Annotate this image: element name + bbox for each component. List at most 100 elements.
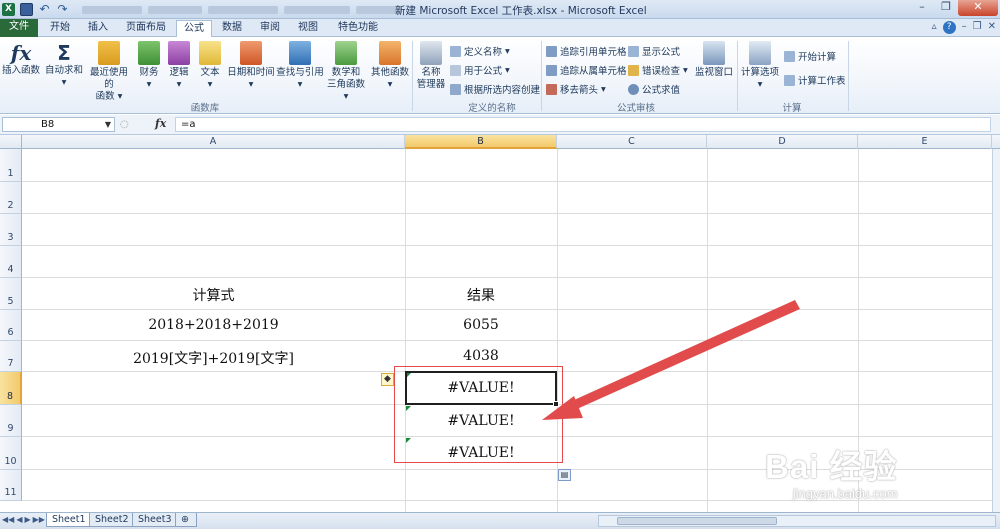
tab-view[interactable]: 视图 bbox=[292, 20, 324, 37]
doc-restore-icon[interactable]: ❐ bbox=[973, 21, 982, 34]
calculate-sheet-button[interactable]: 计算工作表 bbox=[784, 73, 846, 87]
minimize-button[interactable]: – bbox=[910, 0, 934, 16]
logical-book-icon bbox=[168, 41, 190, 65]
column-header-a[interactable]: A bbox=[22, 135, 405, 149]
horizontal-scroll-thumb[interactable] bbox=[617, 517, 777, 525]
auto-fill-options-icon[interactable]: ▤ bbox=[558, 469, 571, 481]
cell-b7[interactable]: 4038 bbox=[405, 348, 557, 364]
close-button[interactable]: ✕ bbox=[958, 0, 998, 16]
horizontal-scrollbar[interactable] bbox=[598, 515, 996, 527]
define-name-button[interactable]: 定义名称 ▾ bbox=[450, 44, 510, 58]
sheet-tab-bar: ◀◀ ◀ ▶ ▶▶ Sheet1 Sheet2 Sheet3 ⊕ bbox=[0, 512, 1000, 529]
calculate-now-button[interactable]: 开始计算 bbox=[784, 49, 836, 63]
first-sheet-icon[interactable]: ◀◀ bbox=[2, 515, 14, 524]
doc-minimize-icon[interactable]: – bbox=[962, 21, 967, 34]
dropdown-arrow-icon: ▾ bbox=[146, 79, 152, 90]
tab-review[interactable]: 审阅 bbox=[254, 20, 286, 37]
logical-button[interactable]: 逻辑 ▾ bbox=[166, 41, 192, 91]
row-header-6[interactable]: 6 bbox=[0, 310, 22, 341]
grid-line bbox=[22, 469, 1000, 470]
tab-home[interactable]: 开始 bbox=[44, 20, 76, 37]
undo-icon[interactable]: ↶ bbox=[38, 3, 51, 16]
blurred-window-tabs bbox=[82, 5, 402, 14]
cell-a5[interactable]: 计算式 bbox=[22, 285, 405, 305]
baidu-watermark: Bai 经验 jingyan.baidu.com bbox=[765, 448, 898, 501]
select-all-corner[interactable] bbox=[0, 135, 22, 149]
name-box[interactable]: B8 ▼ bbox=[2, 117, 115, 132]
doc-close-icon[interactable]: ✕ bbox=[988, 21, 996, 34]
last-sheet-icon[interactable]: ▶▶ bbox=[33, 515, 45, 524]
name-manager-button[interactable]: 名称 管理器 bbox=[416, 41, 446, 91]
row-header-10[interactable]: 10 bbox=[0, 437, 22, 470]
sheet-tab-3[interactable]: Sheet3 bbox=[132, 513, 178, 527]
insert-function-fx-icon[interactable]: fx bbox=[155, 117, 166, 130]
redo-icon[interactable]: ↷ bbox=[56, 3, 69, 16]
column-header-d[interactable]: D bbox=[707, 135, 858, 149]
calculation-options-button[interactable]: 计算选项 ▾ bbox=[740, 41, 780, 91]
show-formulas-button[interactable]: 显示公式 bbox=[628, 44, 680, 58]
tab-insert[interactable]: 插入 bbox=[82, 20, 114, 37]
cell-b6[interactable]: 6055 bbox=[405, 317, 557, 333]
watch-window-button[interactable]: 监视窗口 bbox=[694, 41, 734, 79]
group-label-calculation: 计算 bbox=[782, 103, 802, 114]
cell-a6[interactable]: 2018+2018+2019 bbox=[22, 317, 405, 333]
use-in-formula-button[interactable]: 用于公式 ▾ bbox=[450, 63, 510, 77]
remove-arrows-button[interactable]: 移去箭头 ▾ bbox=[546, 82, 606, 96]
column-header-e[interactable]: E bbox=[858, 135, 992, 149]
grid-line bbox=[22, 277, 1000, 278]
column-header-b[interactable]: B bbox=[405, 135, 557, 149]
vertical-scrollbar[interactable] bbox=[992, 149, 1000, 512]
restore-button[interactable]: ❐ bbox=[934, 0, 958, 16]
row-header-4[interactable]: 4 bbox=[0, 246, 22, 278]
row-header-8[interactable]: 8 bbox=[0, 372, 22, 405]
sheet-tab-1[interactable]: Sheet1 bbox=[46, 513, 92, 527]
insert-function-button[interactable]: fx 插入函数 bbox=[2, 41, 40, 77]
text-functions-button[interactable]: 文本 ▾ bbox=[196, 41, 224, 91]
row-header-9[interactable]: 9 bbox=[0, 405, 22, 437]
excel-app-icon[interactable]: X bbox=[2, 3, 15, 16]
datetime-button[interactable]: 日期和时间 ▾ bbox=[226, 41, 276, 91]
trace-dependents-button[interactable]: 追踪从属单元格 bbox=[546, 63, 627, 77]
error-checking-button[interactable]: 错误检查 ▾ bbox=[628, 63, 688, 77]
next-sheet-icon[interactable]: ▶ bbox=[24, 515, 30, 524]
more-functions-button[interactable]: 其他函数 ▾ bbox=[370, 41, 410, 91]
row-header-2[interactable]: 2 bbox=[0, 182, 22, 214]
tab-file[interactable]: 文件 bbox=[0, 19, 38, 37]
minimize-ribbon-icon[interactable]: ▵ bbox=[932, 21, 937, 34]
tab-page-layout[interactable]: 页面布局 bbox=[120, 20, 172, 37]
grid-line bbox=[858, 149, 859, 512]
formula-bar-grip-icon[interactable]: ◌ bbox=[120, 119, 129, 130]
help-icon[interactable]: ? bbox=[942, 21, 956, 34]
tab-data[interactable]: 数据 bbox=[216, 20, 248, 37]
formula-input[interactable]: =a bbox=[175, 117, 991, 132]
math-trig-button[interactable]: 数学和 三角函数 ▾ bbox=[324, 41, 368, 103]
column-header-c[interactable]: C bbox=[557, 135, 707, 149]
autosum-button[interactable]: Σ 自动求和 ▾ bbox=[44, 41, 84, 89]
grid-line bbox=[22, 340, 1000, 341]
dropdown-arrow-icon: ▾ bbox=[757, 79, 763, 90]
evaluate-icon bbox=[628, 83, 639, 95]
save-icon[interactable] bbox=[20, 3, 33, 16]
row-header-11[interactable]: 11 bbox=[0, 470, 22, 501]
sheet-tab-2[interactable]: Sheet2 bbox=[89, 513, 135, 527]
error-options-icon[interactable]: ◆ bbox=[381, 373, 394, 386]
financial-button[interactable]: 财务 ▾ bbox=[136, 41, 162, 91]
tab-special-features[interactable]: 特色功能 bbox=[332, 20, 384, 37]
row-header-7[interactable]: 7 bbox=[0, 341, 22, 372]
row-header-3[interactable]: 3 bbox=[0, 214, 22, 246]
evaluate-formula-button[interactable]: 公式求值 bbox=[628, 82, 680, 96]
name-box-dropdown-icon[interactable]: ▼ bbox=[105, 118, 111, 131]
recent-functions-button[interactable]: 最近使用的 函数 ▾ bbox=[86, 41, 132, 103]
tab-formulas[interactable]: 公式 bbox=[176, 20, 212, 38]
trace-precedents-button[interactable]: 追踪引用单元格 bbox=[546, 44, 627, 58]
remove-arrows-icon bbox=[546, 83, 557, 95]
sheet-nav-buttons: ◀◀ ◀ ▶ ▶▶ bbox=[2, 515, 45, 524]
cell-a7[interactable]: 2019[文字]+2019[文字] bbox=[22, 348, 405, 368]
row-header-1[interactable]: 1 bbox=[0, 149, 22, 182]
insert-sheet-icon[interactable]: ⊕ bbox=[175, 513, 197, 527]
lookup-button[interactable]: 查找与引用 ▾ bbox=[276, 41, 324, 91]
prev-sheet-icon[interactable]: ◀ bbox=[16, 515, 22, 524]
row-header-5[interactable]: 5 bbox=[0, 278, 22, 310]
cell-b5[interactable]: 结果 bbox=[405, 285, 557, 305]
create-from-selection-button[interactable]: 根据所选内容创建 bbox=[450, 82, 540, 96]
